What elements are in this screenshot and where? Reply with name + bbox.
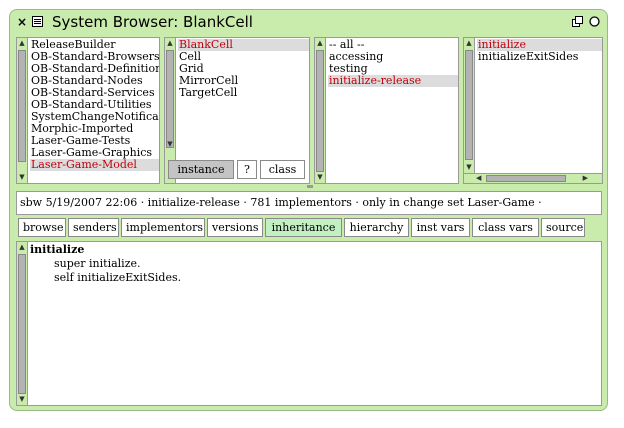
protocol-item-selected[interactable]: initialize-release [328, 75, 458, 87]
protocol-list-pane[interactable]: ▲ ▼ -- all -- accessing testing initiali… [314, 37, 459, 184]
class-list-pane[interactable]: ▲ ▼ BlankCell Cell Grid MirrorCell Targe… [164, 37, 310, 184]
scroll-thumb[interactable] [465, 50, 473, 160]
source-button[interactable]: source [541, 218, 585, 237]
scroll-thumb[interactable] [166, 50, 174, 148]
scroll-up-icon[interactable]: ▲ [18, 39, 26, 48]
window-title: System Browser: BlankCell [52, 13, 253, 31]
hierarchy-button[interactable]: hierarchy [344, 218, 409, 237]
scroll-up-icon[interactable]: ▲ [465, 39, 473, 48]
method-scrollbar[interactable]: ▲ ▼ [464, 38, 475, 173]
code-line: super initialize. [54, 257, 141, 270]
inst-vars-button[interactable]: inst vars [411, 218, 470, 237]
scroll-up-icon[interactable]: ▲ [316, 39, 324, 48]
scroll-up-icon[interactable]: ▲ [18, 243, 26, 252]
instance-button[interactable]: instance [168, 160, 234, 179]
code-line: self initializeExitSides. [54, 271, 182, 284]
method-status-line: sbw 5/19/2007 22:06 · initialize-release… [16, 191, 602, 215]
scroll-down-icon[interactable]: ▼ [18, 173, 26, 182]
scroll-right-icon[interactable]: ▶ [583, 174, 588, 183]
system-browser-window: × System Browser: BlankCell ▲ ▼ ReleaseB… [9, 9, 608, 411]
inheritance-button[interactable]: inheritance [265, 218, 342, 237]
scroll-down-icon[interactable]: ▼ [166, 140, 174, 149]
close-icon[interactable]: × [17, 16, 27, 28]
expand-icon[interactable] [589, 16, 600, 29]
category-item-selected[interactable]: Laser-Game-Model [30, 159, 159, 171]
method-hscrollbar[interactable]: ◀ ▶ [464, 173, 602, 183]
method-selector: initialize [30, 243, 85, 256]
method-item[interactable]: initializeExitSides [477, 51, 602, 63]
collapse-icon[interactable] [572, 16, 583, 29]
protocol-scrollbar[interactable]: ▲ ▼ [315, 38, 326, 183]
senders-button[interactable]: senders [68, 218, 119, 237]
category-scrollbar[interactable]: ▲ ▼ [17, 38, 28, 183]
browser-toolbar: browse senders implementors versions inh… [18, 218, 585, 237]
scroll-thumb[interactable] [486, 175, 566, 182]
scroll-thumb[interactable] [18, 50, 26, 162]
help-button[interactable]: ? [237, 160, 257, 179]
title-bar[interactable]: × System Browser: BlankCell [10, 10, 607, 36]
scroll-left-icon[interactable]: ◀ [476, 174, 481, 183]
window-menu-icon[interactable] [32, 16, 43, 29]
class-button[interactable]: class [260, 160, 305, 179]
scroll-thumb[interactable] [316, 50, 324, 172]
method-list-pane[interactable]: ▲ ▼ initialize initializeExitSides ◀ ▶ [463, 37, 603, 184]
instance-class-switch: instance ? class [168, 160, 305, 179]
code-editor-pane[interactable]: ▲ ▼ initialize super initialize. self in… [16, 241, 602, 406]
pane-splitter[interactable] [307, 185, 313, 188]
scroll-down-icon[interactable]: ▼ [465, 163, 473, 172]
scroll-up-icon[interactable]: ▲ [166, 39, 174, 48]
implementors-button[interactable]: implementors [121, 218, 205, 237]
code-scrollbar[interactable]: ▲ ▼ [17, 242, 28, 405]
versions-button[interactable]: versions [207, 218, 263, 237]
scroll-down-icon[interactable]: ▼ [316, 173, 324, 182]
class-item[interactable]: TargetCell [178, 87, 309, 99]
method-source[interactable]: initialize super initialize. self initia… [30, 243, 601, 405]
class-vars-button[interactable]: class vars [472, 218, 539, 237]
category-list-pane[interactable]: ▲ ▼ ReleaseBuilder OB-Standard-Browsers … [16, 37, 160, 184]
scroll-down-icon[interactable]: ▼ [18, 395, 26, 404]
browse-button[interactable]: browse [18, 218, 66, 237]
scroll-thumb[interactable] [18, 254, 26, 394]
